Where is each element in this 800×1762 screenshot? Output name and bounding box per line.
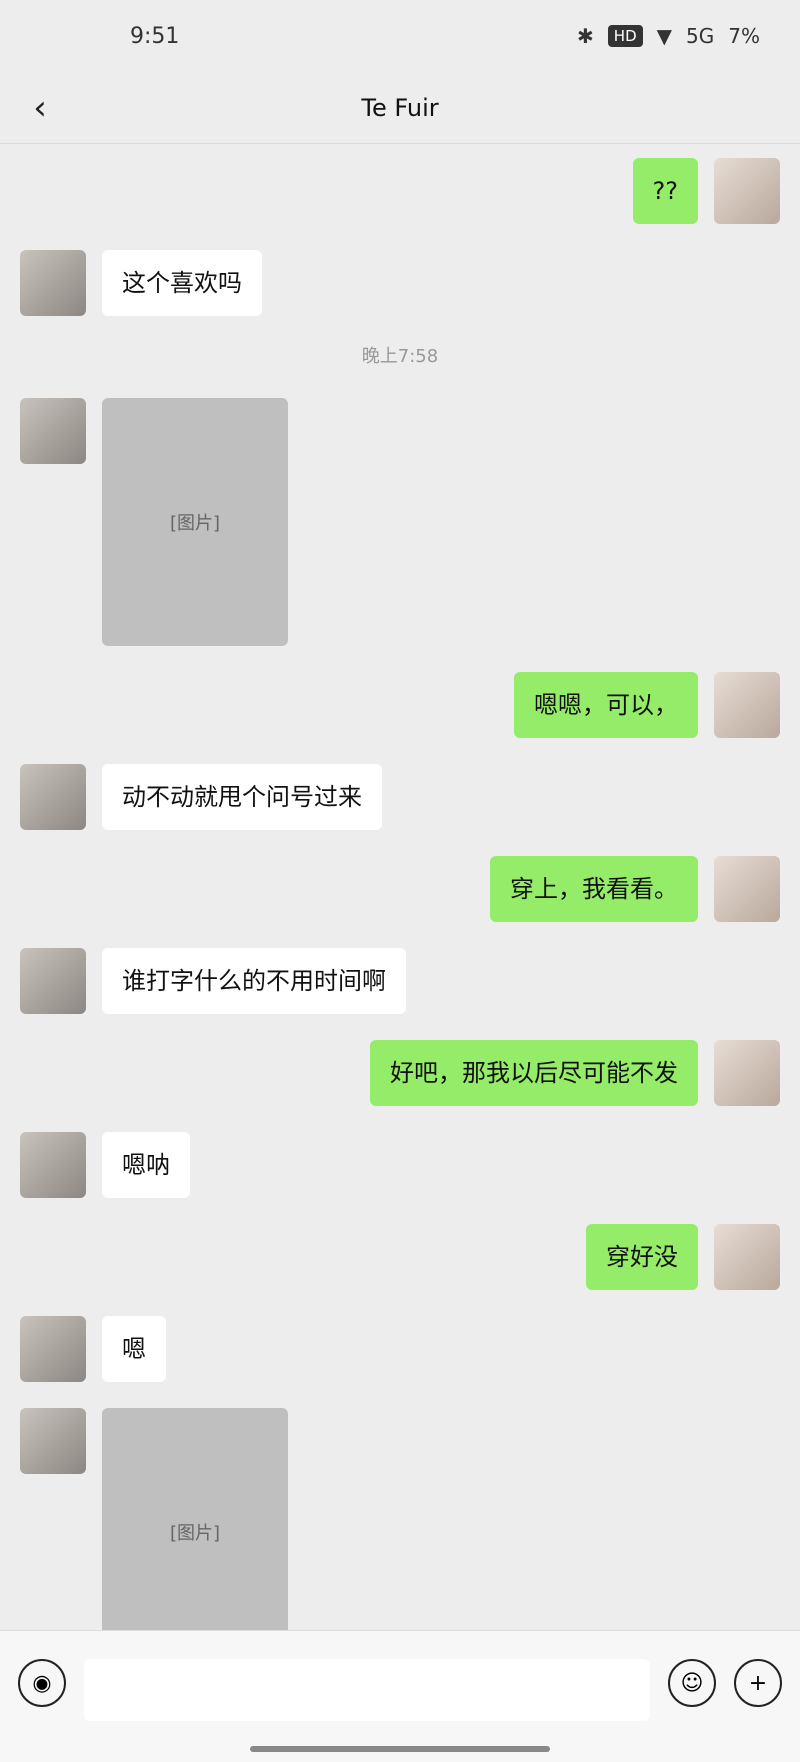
message-row: ?? [20,158,780,224]
message-row: 动不动就甩个问号过来 [20,764,780,830]
voice-icon: ◉ [32,1670,52,1696]
message-row: [图片] [20,1408,780,1656]
contact-avatar[interactable] [20,398,86,464]
timestamp: 晚上7:58 [361,346,439,367]
wifi-icon: ▼ [656,24,673,48]
chat-header: ‹ Te Fuir [0,72,800,144]
contact-avatar[interactable] [20,764,86,830]
more-button[interactable]: + [734,1659,782,1707]
message-bubble[interactable]: 嗯呐 [102,1132,190,1198]
emoji-button[interactable]: ☺ [668,1659,716,1707]
message-row: 谁打字什么的不用时间啊 [20,948,780,1014]
smiley-icon: ☺ [680,1670,704,1696]
battery-label: 7% [728,24,760,48]
message-row: 嗯呐 [20,1132,780,1198]
message-bubble[interactable]: 嗯嗯，可以， [514,672,698,738]
contact-avatar[interactable] [20,1316,86,1382]
status-bar: 9:51 ✱ HD ▼ 5G 7% [0,0,800,72]
message-row: 这个喜欢吗 [20,250,780,316]
message-row: 穿好没 [20,1224,780,1290]
message-bubble[interactable]: 好吧，那我以后尽可能不发 [370,1040,698,1106]
hd-badge: HD [607,25,643,47]
photo-message[interactable]: [图片] [102,1408,288,1656]
message-row: 好吧，那我以后尽可能不发 [20,1040,780,1106]
message-bubble[interactable]: 动不动就甩个问号过来 [102,764,382,830]
status-icons: ✱ HD ▼ 5G 7% [577,24,760,48]
message-bubble[interactable]: 穿上，我看看。 [490,856,698,922]
message-row: 嗯 [20,1316,780,1382]
self-avatar[interactable] [714,1224,780,1290]
plus-icon: + [748,1670,768,1696]
message-row: [图片] [20,398,780,646]
chevron-left-icon: ‹ [33,88,47,128]
contact-avatar[interactable] [20,1408,86,1474]
self-avatar[interactable] [714,1040,780,1106]
contact-avatar[interactable] [20,1132,86,1198]
chat-title: Te Fuir [361,93,439,122]
self-avatar[interactable] [714,856,780,922]
contact-avatar[interactable] [20,948,86,1014]
input-bar: ◉ ☺ + [0,1630,800,1762]
message-bubble[interactable]: ?? [632,158,698,224]
network-label: 5G [686,24,715,48]
message-bubble[interactable]: 谁打字什么的不用时间啊 [102,948,406,1014]
message-input[interactable] [84,1659,650,1721]
self-avatar[interactable] [714,672,780,738]
bluetooth-icon: ✱ [577,24,594,48]
message-row: 嗯嗯，可以， [20,672,780,738]
message-bubble[interactable]: 这个喜欢吗 [102,250,262,316]
status-time: 9:51 [130,23,180,49]
message-row: 穿上，我看看。 [20,856,780,922]
contact-avatar[interactable] [20,250,86,316]
message-list: ?? 这个喜欢吗晚上7:58 [图片] 嗯嗯，可以， 动不动就甩个问号过来穿上，我看看。… [0,144,800,1656]
voice-button[interactable]: ◉ [18,1659,66,1707]
self-avatar[interactable] [714,158,780,224]
message-bubble[interactable]: 穿好没 [586,1224,698,1290]
message-bubble[interactable]: 嗯 [102,1316,166,1382]
back-button[interactable]: ‹ [22,88,58,128]
photo-message[interactable]: [图片] [102,398,288,646]
home-indicator [250,1746,550,1752]
